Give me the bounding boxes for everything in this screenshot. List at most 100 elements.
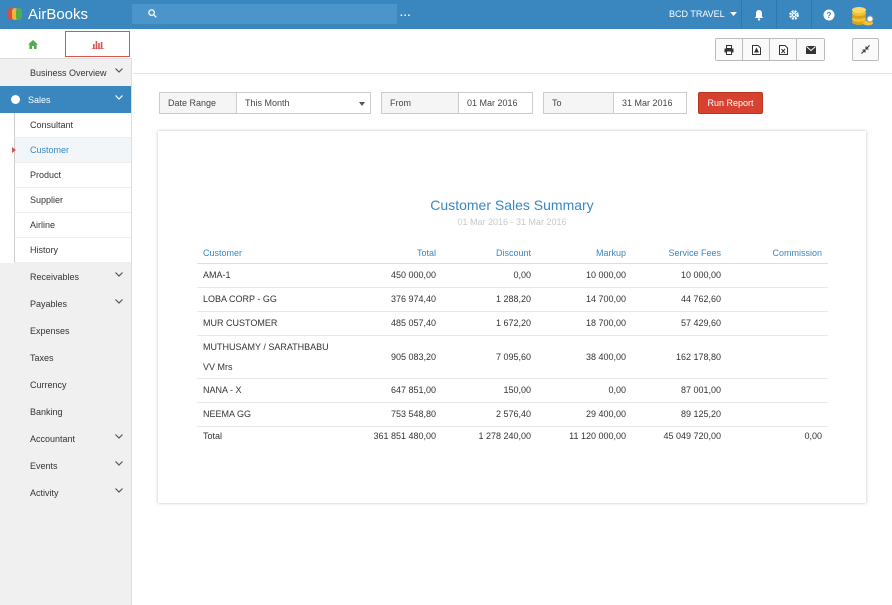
print-button[interactable]: [716, 39, 743, 60]
sidebar-item-payables[interactable]: Payables: [0, 290, 131, 317]
sidebar-item-label: Customer: [30, 145, 70, 155]
sidebar-item-label: Expenses: [30, 325, 70, 336]
date-range-select[interactable]: This Month: [237, 93, 370, 113]
sidebar-item-airline[interactable]: Airline: [14, 213, 131, 238]
sidebar-item-label: Consultant: [30, 120, 74, 130]
column-header-customer[interactable]: Customer: [197, 244, 347, 264]
sidebar-item-accountant[interactable]: Accountant: [0, 425, 131, 452]
cell-discount: 2 576,40: [442, 402, 537, 427]
sidebar-item-customer[interactable]: Customer: [12, 138, 131, 163]
cell-customer[interactable]: AMA-1: [197, 263, 347, 288]
column-header-commission[interactable]: Commission: [727, 244, 828, 264]
cell-total: 450 000,00: [347, 263, 442, 288]
report-subtitle: 01 Mar 2016 - 31 Mar 2016: [457, 217, 567, 227]
column-header-total[interactable]: Total: [347, 244, 442, 264]
company-name: BCD TRAVEL: [669, 9, 725, 19]
cell-customer[interactable]: LOBA CORP - GG: [197, 287, 347, 312]
airbooks-logo-icon: [8, 6, 22, 22]
column-header-service-fees[interactable]: Service Fees: [632, 244, 727, 264]
cell-service-fees: 44 762,60: [632, 287, 727, 312]
cell-customer[interactable]: NANA - X: [197, 378, 347, 403]
export-excel-button[interactable]: [770, 39, 797, 60]
notifications-button[interactable]: [741, 0, 775, 29]
tab-home[interactable]: [2, 31, 64, 57]
sidebar-menu: Business Overview Sales Consultant Custo…: [0, 59, 131, 506]
sidebar-item-expenses[interactable]: Expenses: [0, 317, 131, 344]
cell-service-fees: 89 125,20: [632, 402, 727, 427]
sidebar-item-label: Sales: [28, 94, 51, 105]
column-header-discount[interactable]: Discount: [442, 244, 537, 264]
to-date-input[interactable]: 31 Mar 2016: [614, 93, 686, 113]
chevron-down-icon: [115, 434, 123, 439]
collapse-button[interactable]: [852, 38, 879, 61]
column-header-markup[interactable]: Markup: [537, 244, 632, 264]
from-label: From: [382, 93, 459, 113]
cell-customer[interactable]: NEEMA GG: [197, 402, 347, 427]
cell-markup: 29 400,00: [537, 402, 632, 427]
sidebar-item-events[interactable]: Events: [0, 452, 131, 479]
table-header-row: Customer Total Discount Markup Service F…: [197, 244, 828, 264]
cell-service-fees: 10 000,00: [632, 263, 727, 288]
cell-markup: 18 700,00: [537, 311, 632, 336]
sidebar-item-activity[interactable]: Activity: [0, 479, 131, 506]
export-pdf-button[interactable]: [743, 39, 770, 60]
settings-button[interactable]: [776, 0, 810, 29]
report-toolbar: [133, 29, 892, 74]
sidebar-item-consultant[interactable]: Consultant: [14, 113, 131, 138]
cell-discount: 1 672,20: [442, 311, 537, 336]
run-report-button[interactable]: Run Report: [698, 92, 763, 114]
sidebar-item-label: Banking: [30, 406, 63, 417]
cell-commission: [727, 378, 828, 403]
excel-icon: [778, 44, 788, 55]
sidebar-item-product[interactable]: Product: [14, 163, 131, 188]
total-discount: 1 278 240,00: [478, 431, 531, 442]
cell-total: 647 851,00: [347, 378, 442, 403]
search-input[interactable]: [132, 4, 397, 24]
chevron-down-icon: [729, 11, 737, 16]
company-switcher[interactable]: BCD TRAVEL: [669, 9, 737, 19]
sidebar-item-business-overview[interactable]: Business Overview: [0, 59, 131, 86]
table-row: MUR CUSTOMER 485 057,40 1 672,20 18 700,…: [197, 311, 828, 336]
sidebar-item-currency[interactable]: Currency: [0, 371, 131, 398]
sidebar-item-label: Payables: [30, 298, 68, 309]
sidebar-item-label: Product: [30, 170, 62, 180]
sidebar-item-sales[interactable]: Sales: [0, 86, 131, 113]
from-date-input[interactable]: 01 Mar 2016: [459, 93, 532, 113]
sidebar-item-receivables[interactable]: Receivables: [0, 263, 131, 290]
cell-commission: [727, 402, 828, 427]
compress-icon: [861, 45, 870, 54]
cell-customer[interactable]: MUTHUSAMY / SARATHBABU VV Mrs: [197, 335, 347, 379]
user-avatar[interactable]: [848, 0, 878, 29]
sidebar-item-label: Accountant: [30, 433, 76, 444]
cell-commission: [727, 335, 828, 379]
brand[interactable]: AirBooks: [8, 5, 88, 23]
sidebar-item-supplier[interactable]: Supplier: [14, 188, 131, 213]
report-panel: Customer Sales Summary 01 Mar 2016 - 31 …: [158, 131, 866, 503]
cell-total: 376 974,40: [347, 287, 442, 312]
cell-service-fees: 57 429,60: [632, 311, 727, 336]
search-more-button[interactable]: ...: [400, 8, 411, 19]
cell-discount: 7 095,60: [442, 335, 537, 379]
search-icon: [148, 9, 157, 18]
table-row: LOBA CORP - GG 376 974,40 1 288,20 14 70…: [197, 287, 828, 312]
cell-commission: [727, 311, 828, 336]
cell-service-fees: 87 001,00: [632, 378, 727, 403]
cell-commission: [727, 263, 828, 288]
tab-reports[interactable]: [65, 31, 130, 57]
cell-discount: 150,00: [442, 378, 537, 403]
sidebar-item-label: Airline: [30, 220, 56, 230]
cell-customer[interactable]: MUR CUSTOMER: [197, 311, 347, 336]
sidebar-item-history[interactable]: History: [14, 238, 131, 263]
chevron-down-icon: [115, 95, 123, 100]
help-button[interactable]: ?: [811, 0, 845, 29]
sidebar-item-taxes[interactable]: Taxes: [0, 344, 131, 371]
help-icon: ?: [823, 9, 834, 20]
to-label: To: [544, 93, 614, 113]
email-button[interactable]: [797, 39, 824, 60]
date-range-filter: Date Range This Month: [159, 92, 371, 114]
chevron-down-icon: [359, 102, 365, 106]
sales-submenu: Consultant Customer Product Supplier Air…: [0, 113, 131, 263]
sidebar-item-label: Events: [30, 460, 58, 471]
sidebar-item-banking[interactable]: Banking: [0, 398, 131, 425]
home-icon: [28, 39, 38, 49]
